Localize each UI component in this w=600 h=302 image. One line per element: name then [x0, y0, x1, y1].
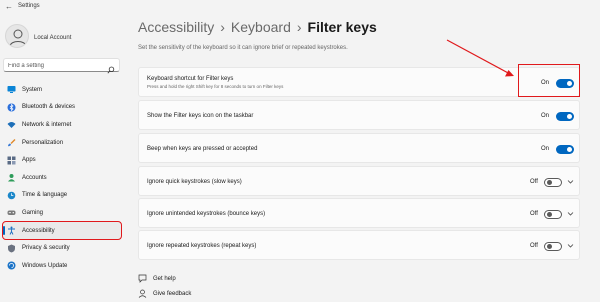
get-help-link[interactable]: Get help: [138, 274, 176, 283]
give-feedback-label: Give feedback: [153, 290, 192, 297]
annotation-arrow-icon: [446, 39, 514, 77]
give-feedback-link[interactable]: Give feedback: [138, 289, 191, 298]
help-icon: [138, 274, 147, 283]
feedback-icon: [138, 289, 147, 298]
get-help-label: Get help: [153, 275, 176, 282]
